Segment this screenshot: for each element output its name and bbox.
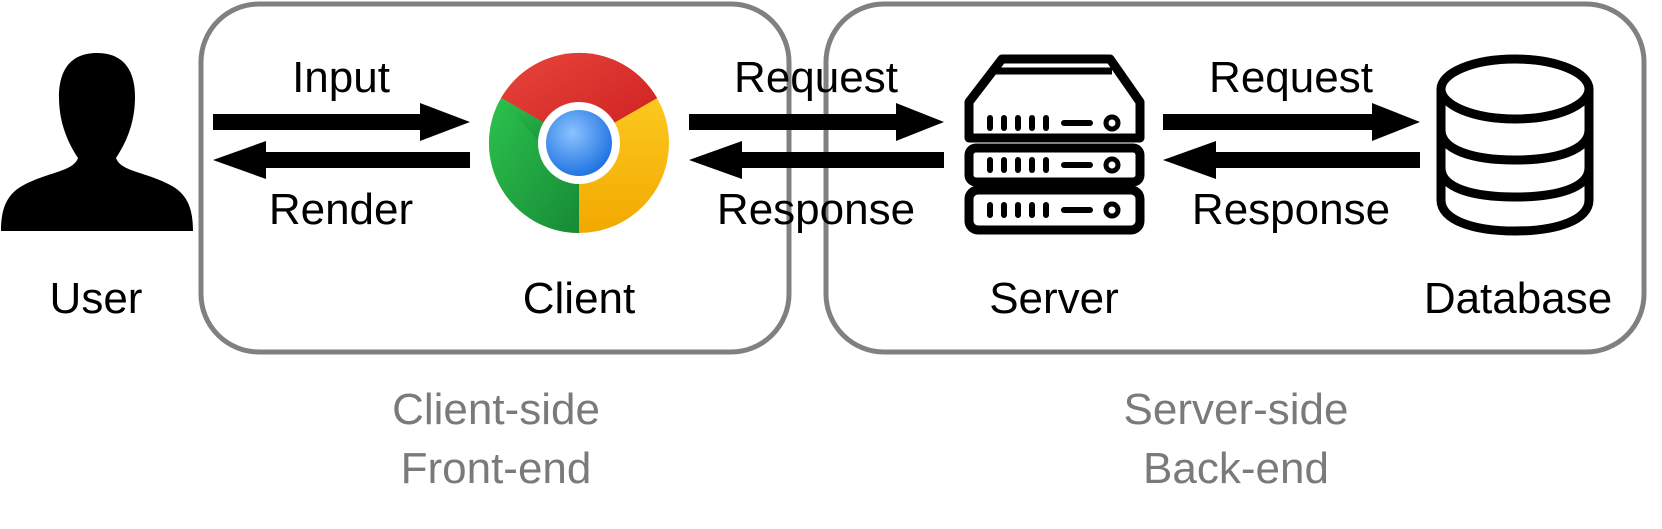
arrow-input: [213, 103, 470, 141]
node-label-client: Client: [523, 274, 636, 323]
arrow-label-input: Input: [292, 53, 390, 102]
node-label-server: Server: [989, 274, 1119, 323]
client-server-diagram: Input Render Request Response Request Re…: [1, 1, 1647, 493]
arrow-response-db-server: [1163, 141, 1420, 179]
node-label-database: Database: [1424, 274, 1612, 323]
group-caption-client-line2: Front-end: [401, 444, 592, 493]
arrow-label-request-2: Request: [1209, 53, 1373, 102]
group-caption-client-line1: Client-side: [392, 385, 600, 434]
server-rack-icon: [964, 54, 1145, 235]
node-label-user: User: [50, 274, 143, 323]
database-icon: [1436, 54, 1594, 236]
group-caption-server-line2: Back-end: [1143, 444, 1329, 493]
arrow-request-client-server: [689, 103, 944, 141]
arrow-request-server-db: [1163, 103, 1420, 141]
arrow-label-request-1: Request: [734, 53, 898, 102]
client-side-box: [198, 1, 792, 355]
arrow-label-response-2: Response: [1192, 185, 1390, 234]
group-caption-server-line1: Server-side: [1124, 385, 1349, 434]
chrome-browser-icon: [488, 52, 669, 234]
user-silhouette-icon: [1, 53, 193, 231]
arrow-label-render: Render: [269, 185, 413, 234]
arrow-render: [213, 141, 470, 179]
arrow-label-response-1: Response: [717, 185, 915, 234]
arrow-response-server-client: [689, 141, 944, 179]
